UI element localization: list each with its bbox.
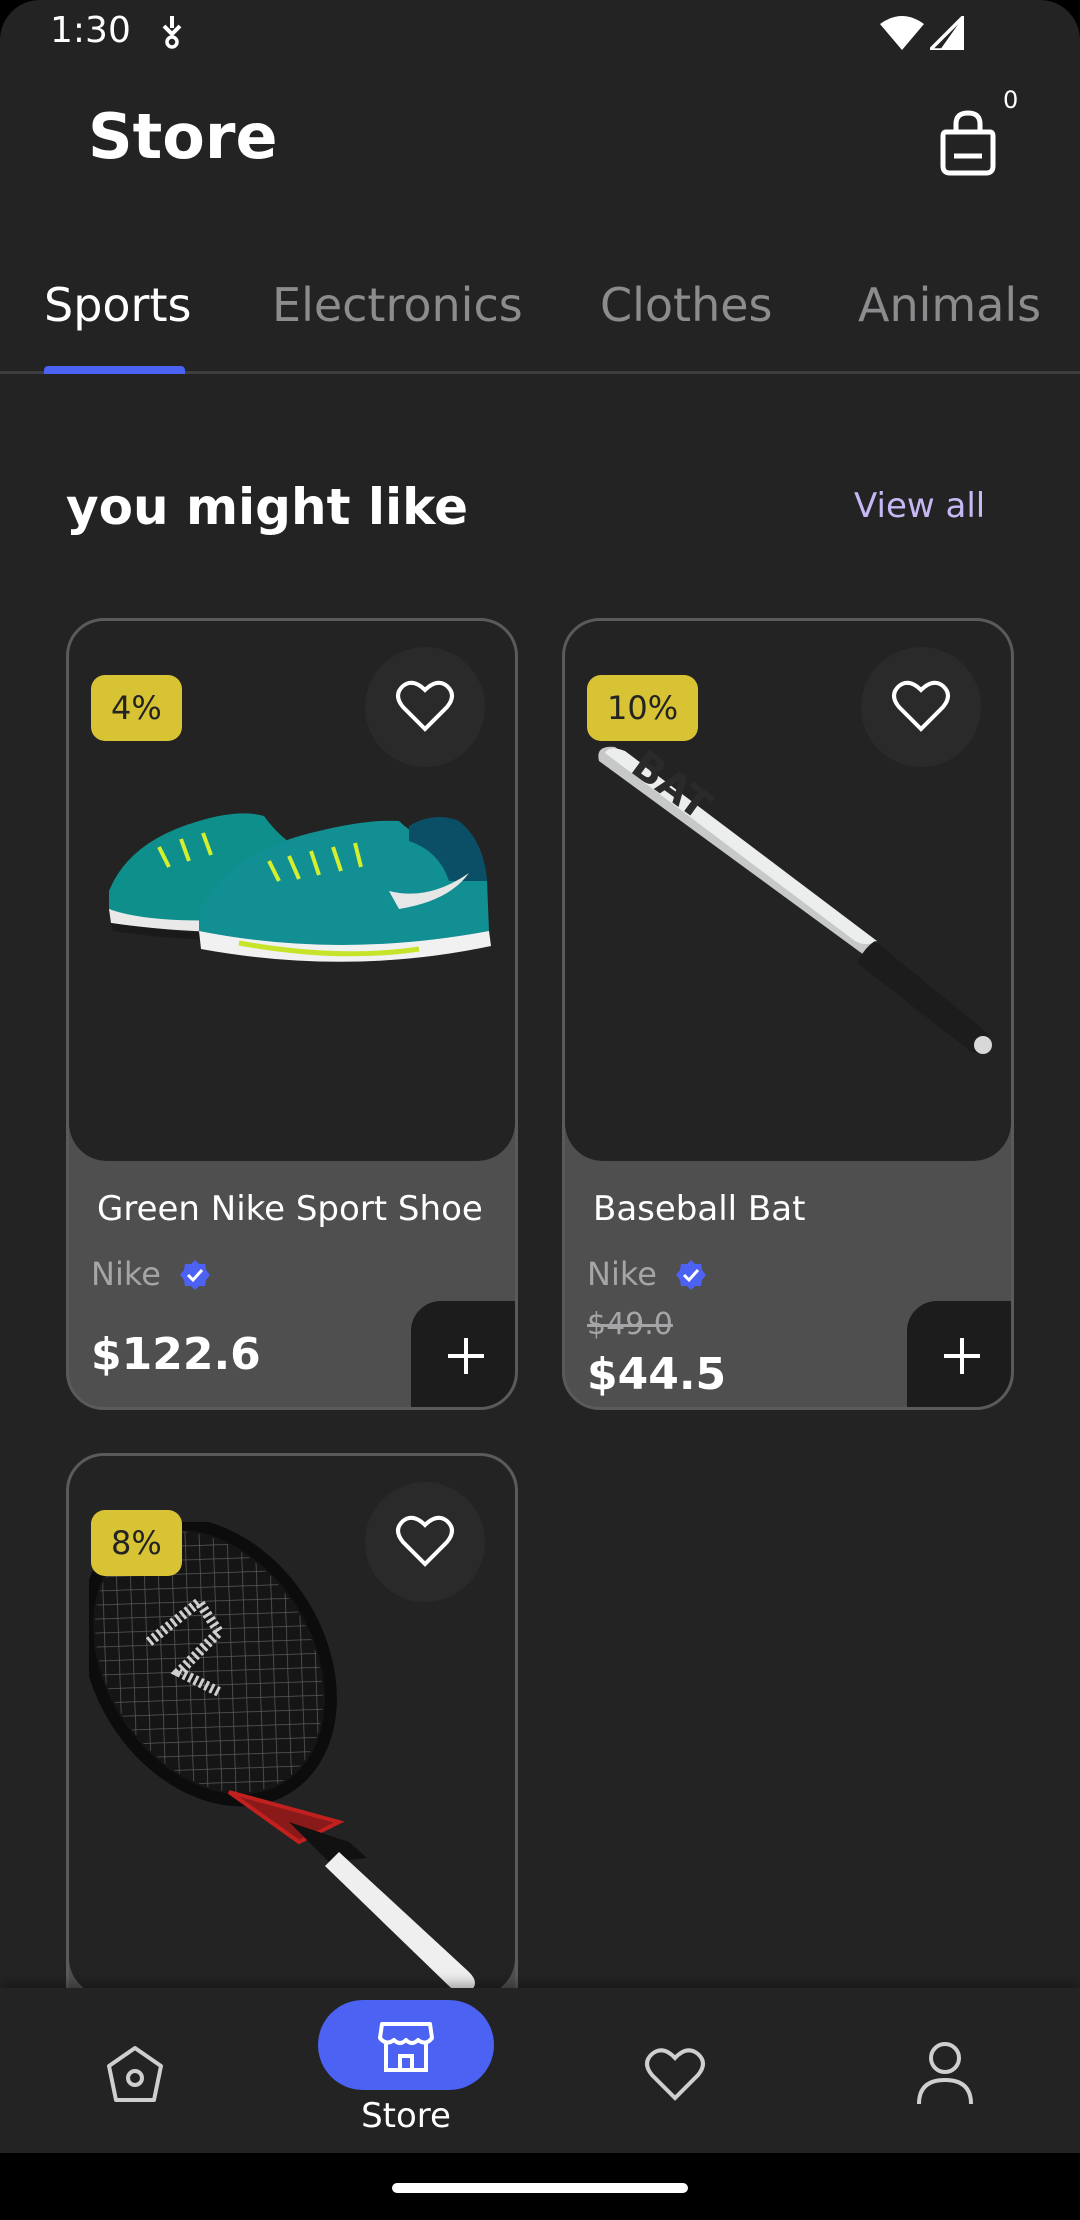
verified-icon — [180, 1260, 210, 1290]
add-to-cart-button[interactable] — [907, 1301, 1011, 1407]
bottom-navigation: Store — [0, 1988, 1080, 2153]
section-title: you might like — [66, 478, 468, 536]
status-time: 1:30 — [50, 10, 131, 51]
nav-favorites[interactable] — [600, 1988, 750, 2153]
discount-badge: 4% — [91, 675, 182, 741]
plus-icon — [944, 1338, 980, 1374]
product-price: $122.6 — [91, 1329, 261, 1380]
heart-icon — [396, 1515, 454, 1567]
wifi-icon — [880, 16, 924, 50]
product-brand: Nike — [91, 1255, 161, 1293]
store-icon — [378, 2022, 434, 2072]
plus-icon — [448, 1338, 484, 1374]
product-card[interactable]: 8% — [66, 1453, 518, 2073]
gesture-navigation-bar — [0, 2153, 1080, 2220]
product-name: Baseball Bat — [593, 1189, 806, 1229]
product-price: $44.5 — [587, 1349, 727, 1400]
baseball-bat-image: BAT — [598, 742, 992, 1054]
product-name: Green Nike Sport Shoe — [97, 1189, 483, 1229]
nav-profile[interactable] — [870, 1988, 1020, 2153]
product-old-price: $49.0 — [587, 1307, 673, 1342]
add-to-cart-button[interactable] — [411, 1301, 515, 1407]
tab-sports[interactable]: Sports — [44, 278, 191, 332]
cart-count-badge: 0 — [1003, 86, 1019, 114]
home-icon — [107, 2046, 163, 2102]
download-icon — [162, 16, 182, 49]
tab-animals[interactable]: Animals — [858, 278, 1041, 332]
favorite-button[interactable] — [365, 1482, 485, 1602]
nav-home[interactable] — [60, 1988, 210, 2153]
cellular-icon — [930, 16, 964, 50]
heart-icon — [892, 680, 950, 732]
product-card[interactable]: BAT 10% Baseball Bat Nike $49.0 $44.5 — [562, 618, 1014, 1410]
product-brand: Nike — [587, 1255, 657, 1293]
heart-icon — [396, 680, 454, 732]
verified-icon — [676, 1260, 706, 1290]
nav-store-label: Store — [361, 2096, 451, 2136]
product-card[interactable]: 4% Green Nike Sport Shoe Nike $122.6 — [66, 618, 518, 1410]
discount-badge: 8% — [91, 1510, 182, 1576]
tab-indicator — [44, 366, 185, 374]
shopping-bag-icon[interactable] — [938, 110, 998, 176]
screen: 1:30 Store 0 Sports Electronics Clothes … — [0, 0, 1080, 2220]
favorite-button[interactable] — [365, 647, 485, 767]
home-gesture-handle[interactable] — [392, 2183, 688, 2193]
nav-active-indicator — [318, 2000, 494, 2090]
favorite-button[interactable] — [861, 647, 981, 767]
tab-electronics[interactable]: Electronics — [272, 278, 523, 332]
view-all-link[interactable]: View all — [854, 486, 985, 526]
shoe-image — [109, 813, 491, 962]
page-title: Store — [88, 100, 278, 173]
discount-badge: 10% — [587, 675, 699, 741]
status-bar: 1:30 — [0, 0, 1080, 66]
tab-clothes[interactable]: Clothes — [600, 278, 773, 332]
profile-icon — [917, 2042, 973, 2105]
heart-icon — [645, 2048, 705, 2101]
category-tabs: Sports Electronics Clothes Animals — [0, 270, 1080, 374]
